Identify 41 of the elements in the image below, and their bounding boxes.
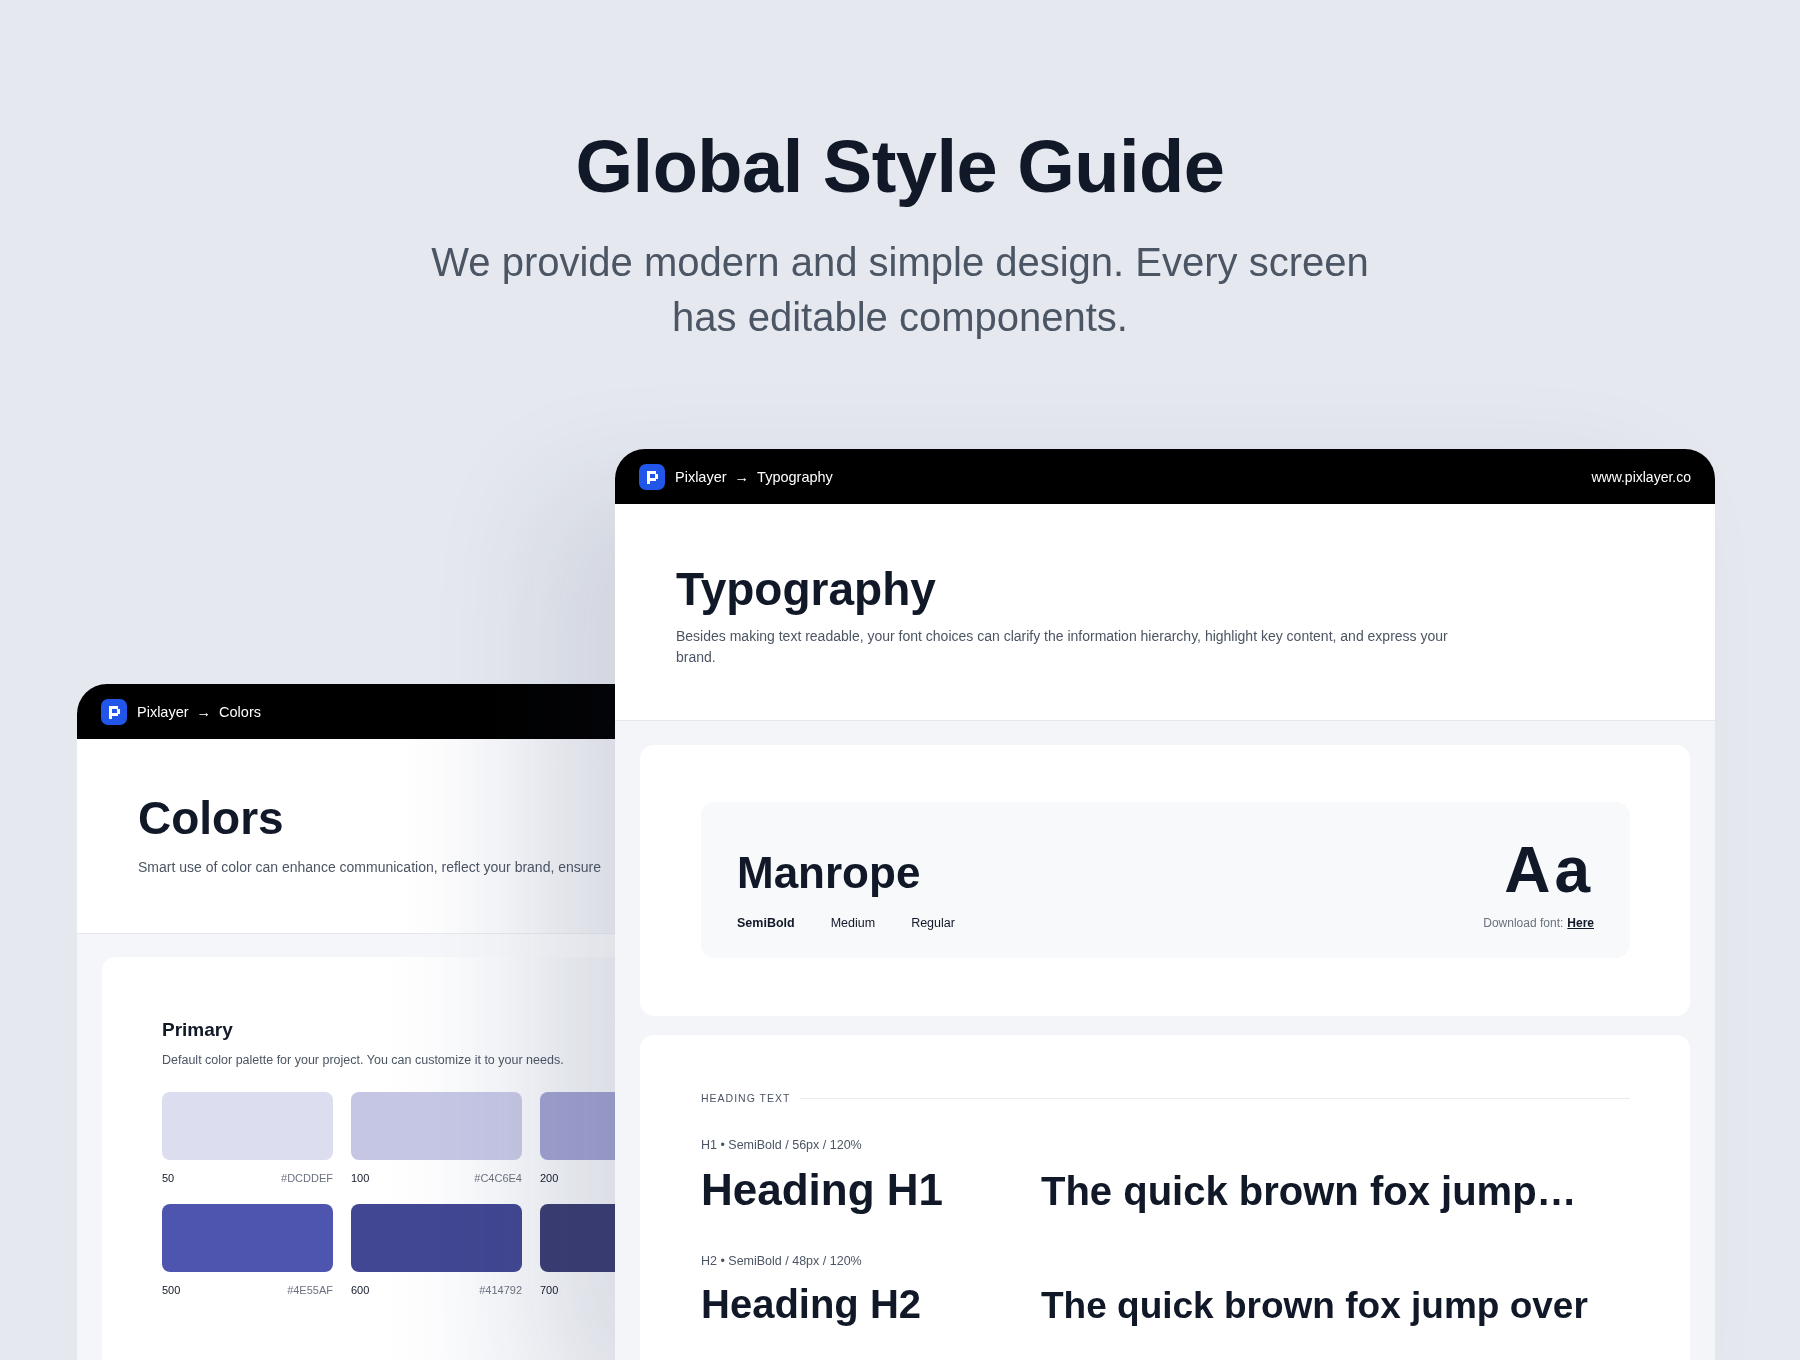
font-weight-label: Medium <box>830 916 876 930</box>
swatch-hex: #414792 <box>479 1284 522 1296</box>
heading-sample: The quick brown fox jump… <box>1041 1169 1577 1213</box>
swatch-hex: #4E55AF <box>287 1284 333 1296</box>
section-title: Colors <box>138 791 284 845</box>
swatch-label: 600 <box>351 1284 370 1296</box>
swatch-label: 700 <box>540 1284 559 1296</box>
font-weight-label: SemiBold <box>737 916 795 930</box>
page-title: Global Style Guide <box>575 124 1225 209</box>
website-link[interactable]: www.pixlayer.co <box>1591 468 1691 485</box>
page-subtitle: We provide modern and simple design. Every screen has editable components. <box>430 239 1370 341</box>
style-spec: H2 • SemiBold / 48px / 120% <box>701 1254 863 1269</box>
swatch-hex: #DCDDEF <box>281 1172 333 1184</box>
breadcrumb-link[interactable]: Pixlayer <box>675 468 727 485</box>
font-sample: Aa <box>1504 838 1594 902</box>
swatch-hex: #C4C6E4 <box>474 1172 522 1184</box>
font-weight-label: Regular <box>911 916 955 930</box>
palette-title: Primary <box>162 1019 233 1041</box>
logo-icon <box>639 463 665 490</box>
style-spec: H1 • SemiBold / 56px / 120% <box>701 1138 863 1152</box>
heading-name: Heading H2 <box>701 1282 923 1327</box>
heading-sample: The quick brown fox jump over <box>1041 1286 1588 1328</box>
breadcrumb-separator: → <box>734 468 750 485</box>
section-label: HEADING TEXT <box>701 1092 791 1104</box>
swatch-label: 500 <box>162 1284 181 1296</box>
breadcrumb-current: Typography <box>757 468 833 485</box>
breadcrumb-current: Colors <box>219 703 261 720</box>
swatch-label: 50 <box>162 1172 175 1184</box>
logo-icon <box>101 698 127 725</box>
section-description: Smart use of color can enhance communication, reflect your brand, ensure <box>138 859 602 875</box>
breadcrumb-separator: → <box>196 703 212 720</box>
download-link[interactable]: Here <box>1567 916 1594 930</box>
section-title: Typography <box>676 562 936 616</box>
breadcrumb-link[interactable]: Pixlayer <box>137 703 189 720</box>
palette-description: Default color palette for your project. You can customize it to your needs. <box>162 1053 564 1067</box>
swatch-label: 200 <box>540 1172 559 1184</box>
download-label: Download font: <box>1483 916 1564 930</box>
section-description: Besides making text readable, your font choices can clarify the information hierarchy, highlight key content, and express your brand. <box>676 627 1449 667</box>
font-name: Manrope <box>737 848 921 898</box>
swatch-label: 100 <box>351 1172 370 1184</box>
heading-name: Heading H1 <box>701 1166 945 1215</box>
